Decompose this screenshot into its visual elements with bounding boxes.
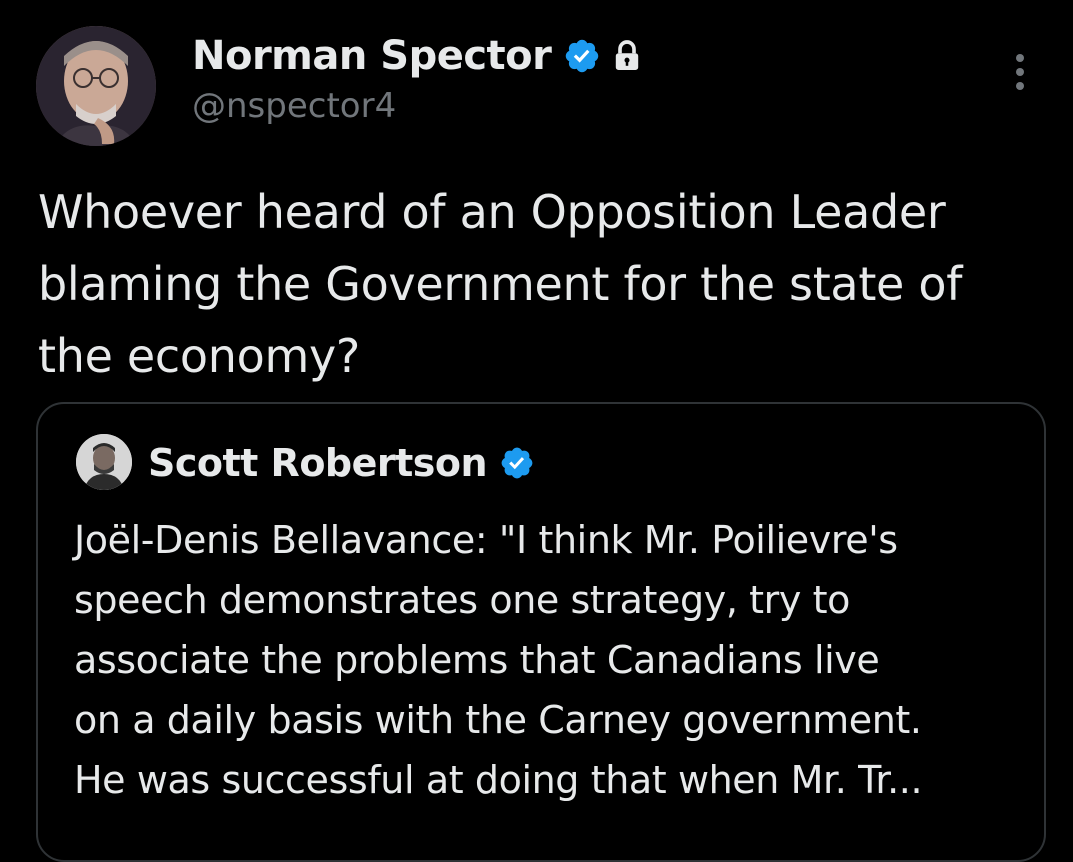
author-avatar[interactable] <box>36 26 156 146</box>
quoted-author-avatar-image <box>76 434 132 490</box>
author-handle[interactable]: @nspector4 <box>192 86 396 126</box>
quoted-author-name-row: Scott Robertson <box>148 438 535 488</box>
author-display-name[interactable]: Norman Spector <box>192 33 552 79</box>
quoted-tweet-card[interactable]: Scott Robertson Joël-Denis Bellavance: "… <box>36 402 1046 862</box>
more-vertical-icon[interactable] <box>1008 54 1032 98</box>
more-dot <box>1016 54 1024 62</box>
author-avatar-image <box>36 26 156 146</box>
quoted-author-avatar[interactable] <box>76 434 132 490</box>
quoted-tweet-text: Joël-Denis Bellavance: "I think Mr. Poil… <box>74 518 923 802</box>
more-dot <box>1016 68 1024 76</box>
verified-badge-icon[interactable] <box>499 445 535 481</box>
author-name-row: Norman Spector <box>192 30 641 82</box>
tweet: Norman Spector @nspector4 Whoever heard … <box>0 0 1073 862</box>
quoted-author-display-name[interactable]: Scott Robertson <box>148 441 488 485</box>
lock-icon <box>613 39 641 73</box>
more-dot <box>1016 82 1024 90</box>
tweet-text: Whoever heard of an Opposition Leader bl… <box>38 185 963 383</box>
verified-badge-icon[interactable] <box>563 37 601 75</box>
